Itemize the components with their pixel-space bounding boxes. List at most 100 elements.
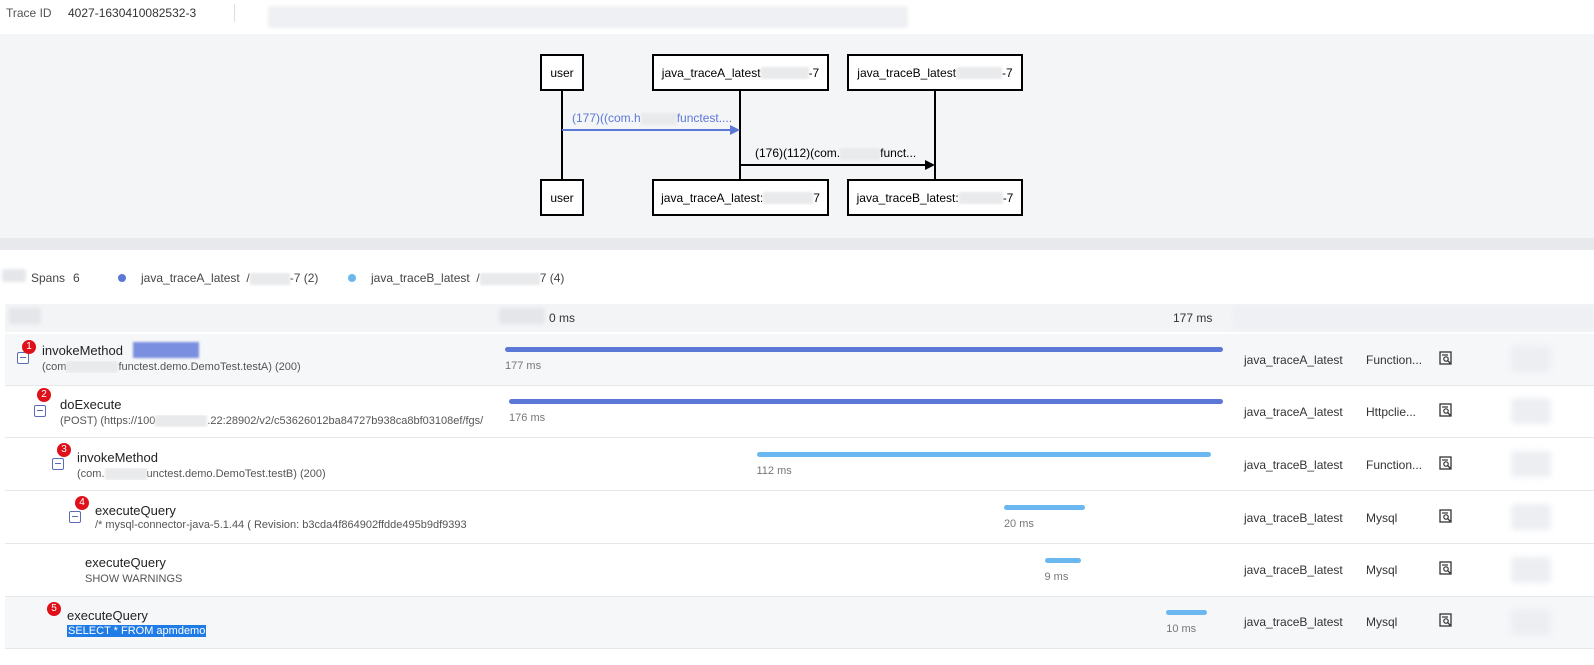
span-operation: executeQuery: [95, 503, 176, 518]
span-detail: SHOW WARNINGS: [85, 573, 183, 585]
span-duration-bar: [1003, 505, 1086, 510]
legend-label: java_traceA_latest: [141, 271, 240, 285]
trace-header: Trace ID 4027-1630410082532-3: [0, 0, 1594, 34]
span-duration: 177 ms: [505, 360, 542, 372]
span-service: java_traceB_latest: [1244, 511, 1343, 525]
span-service: java_traceA_latest: [1244, 353, 1343, 367]
timeline-start-label: 0 ms: [549, 311, 576, 325]
redacted-text: [479, 272, 540, 285]
redacted-header-info: [268, 6, 908, 28]
message-text-suffix: functest....: [676, 111, 733, 125]
span-duration: 112 ms: [756, 465, 792, 477]
span-duration-bar: [509, 399, 1223, 404]
redacted-column-titles: [1233, 306, 1594, 330]
span-operation: invokeMethod: [77, 450, 158, 465]
node-label: java_traceB_latest: [857, 65, 957, 80]
legend-dot-trace-a: [118, 274, 126, 282]
node-trace-a-bottom[interactable]: java_traceA_latest: 7: [652, 179, 829, 216]
view-detail-icon[interactable]: [1439, 351, 1453, 365]
span-operation: executeQuery: [85, 555, 166, 570]
span-service: java_traceB_latest: [1244, 615, 1343, 629]
view-detail-icon[interactable]: [1439, 403, 1453, 417]
spans-count: 6: [73, 271, 80, 285]
span-table-header: 0 ms 177 ms: [5, 304, 1594, 332]
redacted-action: [1511, 398, 1551, 424]
redacted-highlight: [133, 342, 199, 358]
redacted-action: [1511, 609, 1551, 635]
span-type: Mysql: [1366, 511, 1398, 525]
node-trace-b-top[interactable]: java_traceB_latest -7: [847, 54, 1023, 91]
redacted-text: [155, 415, 208, 428]
node-label: java_traceA_latest: [661, 65, 761, 80]
view-detail-icon[interactable]: [1439, 456, 1453, 470]
span-type: Mysql: [1366, 563, 1398, 577]
span-legend: Spans 6 java_traceA_latest / -7 (2) java_…: [0, 262, 1594, 292]
trace-id-value: 4027-1630410082532-3: [68, 6, 197, 20]
collapse-toggle-icon[interactable]: [69, 511, 81, 523]
legend-item-trace-b[interactable]: java_traceB_latest /7 (4): [371, 271, 564, 285]
span-duration-bar: [756, 452, 1211, 457]
span-type: Function...: [1366, 458, 1423, 472]
trace-id-label: Trace ID: [6, 6, 52, 20]
redacted-action: [1511, 504, 1551, 530]
table-row[interactable]: 1 invokeMethod (com functest.demo.DemoTes…: [5, 334, 1594, 386]
redacted-text: [104, 468, 147, 481]
span-duration: 9 ms: [1044, 571, 1069, 583]
node-label-suffix: -7: [808, 65, 820, 80]
node-trace-b-bottom[interactable]: java_traceB_latest: -7: [847, 179, 1023, 216]
message-text: (177)((com.h: [572, 111, 641, 125]
view-detail-icon[interactable]: [1439, 561, 1453, 575]
step-badge: 2: [37, 388, 51, 402]
span-detail: (com. unctest.demo.DemoTest.testB) (200): [77, 468, 497, 481]
span-service: java_traceB_latest: [1244, 563, 1343, 577]
span-operation: doExecute: [60, 397, 122, 412]
span-detail[interactable]: SELECT * FROM apmdemo: [67, 625, 497, 637]
header-divider: [234, 4, 235, 22]
view-detail-icon[interactable]: [1439, 509, 1453, 523]
table-row[interactable]: 5 executeQuery SELECT * FROM apmdemo 10 …: [5, 597, 1594, 649]
message-arrowhead-1: [730, 125, 740, 135]
detail-text-suffix: unctest.demo.DemoTest.testB) (200): [146, 468, 326, 480]
detail-text-suffix: functest.demo.DemoTest.testA) (200): [118, 361, 301, 373]
step-badge: 3: [57, 443, 71, 457]
node-label: java_traceA_latest:: [661, 190, 764, 205]
table-row[interactable]: 4 executeQuery /* mysql-connector-java-5…: [5, 492, 1594, 544]
step-badge: 4: [75, 496, 89, 510]
node-label-suffix: -7: [1002, 190, 1014, 205]
redacted-text: [840, 147, 881, 160]
redacted-text: [958, 191, 1003, 204]
message-arrowhead-2: [925, 160, 935, 170]
redacted-text: [249, 272, 290, 285]
selected-sql-text[interactable]: SELECT * FROM apmdemo: [67, 625, 207, 637]
table-row[interactable]: executeQuery SHOW WARNINGS 9 ms java_tra…: [5, 545, 1594, 597]
step-badge: 5: [47, 602, 61, 616]
table-row[interactable]: 2 doExecute (POST) (https://100 .22:28902…: [5, 386, 1594, 438]
node-label-suffix: -7: [1002, 65, 1013, 80]
redacted-action: [1511, 346, 1551, 372]
redacted-text: [640, 112, 677, 125]
message-label-2[interactable]: (176)(112)(com. funct...: [755, 146, 916, 160]
node-label: user: [550, 190, 574, 205]
collapse-toggle-icon[interactable]: [34, 405, 46, 417]
node-label-suffix: 7: [813, 190, 820, 205]
node-trace-a-top[interactable]: java_traceA_latest -7: [652, 54, 829, 91]
span-duration: 176 ms: [509, 412, 546, 424]
legend-label: java_traceB_latest: [371, 271, 470, 285]
span-duration: 20 ms: [1003, 518, 1034, 530]
detail-text: (com.: [77, 468, 105, 480]
collapse-toggle-icon[interactable]: [52, 458, 64, 470]
node-user-bottom[interactable]: user: [540, 179, 584, 216]
legend-item-trace-a[interactable]: java_traceA_latest / -7 (2): [141, 271, 318, 285]
redacted-text: [66, 361, 119, 374]
redacted-action: [1511, 451, 1551, 477]
view-detail-icon[interactable]: [1439, 613, 1453, 627]
node-label: java_traceB_latest:: [856, 190, 959, 205]
legend-dot-trace-b: [348, 274, 356, 282]
step-badge: 1: [22, 340, 36, 354]
span-detail: /* mysql-connector-java-5.1.44 ( Revisio…: [95, 519, 467, 531]
span-duration: 10 ms: [1166, 623, 1197, 635]
span-detail: (POST) (https://100 .22:28902/v2/c5362601…: [60, 415, 497, 428]
message-label-1[interactable]: (177)((com.h functest....: [572, 111, 732, 125]
table-row[interactable]: 3 invokeMethod (com. unctest.demo.DemoTes…: [5, 439, 1594, 491]
node-user-top[interactable]: user: [540, 54, 584, 91]
